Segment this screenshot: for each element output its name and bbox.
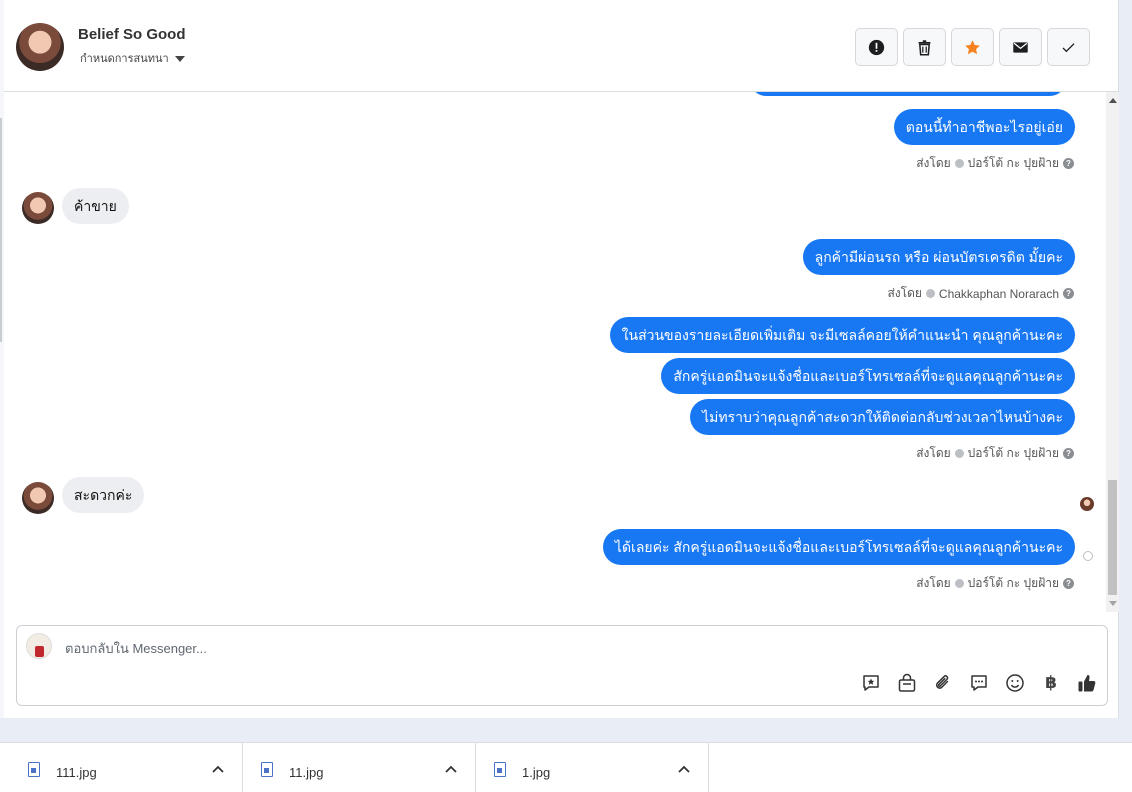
mark-unread-button[interactable] (999, 28, 1042, 66)
conversation-schedule-label: กำหนดการสนทนา (80, 53, 169, 65)
delete-button[interactable] (903, 28, 946, 66)
read-receipt-avatar (1080, 497, 1094, 511)
sent-by-prefix: ส่งโดย (916, 156, 951, 170)
payment-button[interactable]: ฿ (1040, 672, 1062, 694)
sent-by-label: ส่งโดย ปอร์โต้ กะ ปุยฝ้าย ? (916, 574, 1074, 593)
baht-icon: ฿ (1045, 673, 1057, 692)
conversation-header: Belief So Good กำหนดการสนทนา (4, 0, 1119, 92)
scrollbar-thumb[interactable] (1108, 480, 1117, 595)
reply-composer: ฿ (16, 625, 1108, 706)
message-bubble-outgoing[interactable]: ไม่ทราบว่าคุณลูกค้าสะดวกให้ติดต่อกลับช่ว… (690, 399, 1075, 435)
contact-message-avatar (22, 192, 54, 224)
like-button[interactable] (1076, 672, 1098, 694)
sent-by-label: ส่งโดย ปอร์โต้ กะ ปุยฝ้าย ? (916, 154, 1074, 173)
file-icon (261, 762, 273, 777)
file-icon (494, 762, 506, 777)
sender-name[interactable]: ปอร์โต้ กะ ปุยฝ้าย (968, 444, 1059, 463)
quick-reply-button[interactable] (968, 672, 990, 694)
download-item[interactable]: 11.jpg (243, 743, 476, 792)
sender-name[interactable]: ปอร์โต้ กะ ปุยฝ้าย (968, 574, 1059, 593)
like-icon (1078, 675, 1096, 692)
message-list: ตอนนี้ทำอาชีพอะไรอยู่เอ่ย ส่งโดย ปอร์โต้… (4, 92, 1102, 612)
previous-message-bubble (750, 92, 1066, 96)
scroll-down-arrow-icon[interactable] (1109, 601, 1117, 606)
delivered-status-icon (1083, 551, 1093, 561)
chevron-up-icon[interactable] (445, 765, 457, 773)
message-bubble-incoming[interactable]: ค้าขาย (62, 188, 129, 224)
download-item[interactable]: 111.jpg (10, 743, 243, 792)
sent-by-prefix: ส่งโดย (916, 576, 951, 590)
caret-down-icon (174, 56, 185, 62)
help-icon[interactable]: ? (1063, 288, 1074, 299)
sent-by-label: ส่งโดย Chakkaphan Norarach ? (887, 284, 1074, 303)
sent-by-prefix: ส่งโดย (887, 286, 922, 300)
mark-done-button[interactable] (1047, 28, 1090, 66)
left-edge-line (0, 118, 2, 342)
help-icon[interactable]: ? (1063, 578, 1074, 589)
help-icon[interactable]: ? (1063, 158, 1074, 169)
scroll-up-arrow-icon[interactable] (1109, 98, 1117, 103)
message-bubble-outgoing[interactable]: สักครู่แอดมินจะแจ้งชื่อและเบอร์โทรเซลล์ท… (661, 358, 1075, 394)
star-button[interactable] (951, 28, 994, 66)
chat-bubbles-icon (971, 675, 987, 691)
download-item[interactable]: 1.jpg (476, 743, 709, 792)
emoji-button[interactable] (1004, 672, 1026, 694)
download-filename: 111.jpg (56, 765, 97, 780)
message-bubble-outgoing[interactable]: ลูกค้ามีผ่อนรถ หรือ ผ่อนบัตรเครดิต มั้ยค… (802, 239, 1075, 275)
alert-icon (868, 39, 885, 55)
verified-check-icon (954, 579, 964, 588)
contact-avatar[interactable] (16, 23, 64, 71)
sender-name[interactable]: ปอร์โต้ กะ ปุยฝ้าย (968, 154, 1059, 173)
message-bubble-outgoing[interactable]: ในส่วนของรายละเอียดเพิ่มเติม จะมีเซลล์คอ… (609, 317, 1075, 353)
chevron-up-icon[interactable] (212, 765, 224, 773)
file-icon (28, 762, 40, 777)
verified-check-icon (954, 449, 964, 458)
mark-spam-button[interactable] (855, 28, 898, 66)
trash-icon (918, 39, 931, 55)
message-bubble-outgoing[interactable]: ตอนนี้ทำอาชีพอะไรอยู่เอ่ย (893, 109, 1075, 145)
attach-button[interactable] (932, 672, 954, 694)
verified-check-icon (954, 159, 964, 168)
conversation-schedule-dropdown[interactable]: กำหนดการสนทนา (80, 49, 185, 67)
message-bubble-incoming[interactable]: สะดวกค่ะ (62, 477, 145, 513)
attach-icon (935, 675, 949, 689)
saved-reply-icon (863, 675, 879, 691)
sender-name[interactable]: Chakkaphan Norarach (939, 287, 1059, 301)
mail-icon (1013, 41, 1028, 53)
verified-check-icon (925, 289, 935, 298)
reply-input[interactable] (65, 639, 825, 657)
star-icon (965, 39, 980, 54)
shop-button[interactable] (896, 672, 918, 694)
contact-name[interactable]: Belief So Good (78, 26, 186, 43)
message-scrollbar[interactable] (1106, 92, 1119, 612)
contact-message-avatar (22, 482, 54, 514)
sent-by-label: ส่งโดย ปอร์โต้ กะ ปุยฝ้าย ? (916, 444, 1074, 463)
downloads-bar: 111.jpg 11.jpg 1.jpg (0, 742, 1132, 792)
download-filename: 11.jpg (289, 765, 324, 780)
page-avatar (26, 633, 52, 659)
download-filename: 1.jpg (522, 765, 551, 780)
saved-reply-button[interactable] (860, 672, 882, 694)
conversation-panel: Belief So Good กำหนดการสนทนา ตอนนี้ทำอาช… (4, 0, 1119, 718)
sent-by-prefix: ส่งโดย (916, 446, 951, 460)
help-icon[interactable]: ? (1063, 448, 1074, 459)
chevron-up-icon[interactable] (678, 765, 690, 773)
emoji-icon (1006, 674, 1024, 692)
shop-bag-icon (898, 673, 916, 692)
checkmark-icon (1062, 42, 1075, 52)
message-bubble-outgoing[interactable]: ได้เลยค่ะ สักครู่แอดมินจะแจ้งชื่อและเบอร… (602, 529, 1075, 565)
